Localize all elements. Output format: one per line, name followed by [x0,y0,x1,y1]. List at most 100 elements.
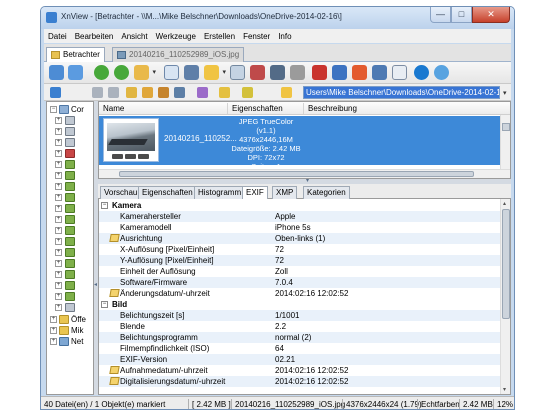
tree-item-network[interactable]: + Net [47,336,93,347]
menu-info[interactable]: Info [274,32,295,41]
exif-row[interactable]: Y-Auflösung [Pixel/Einheit] 72 [99,255,502,266]
list-horizontal-scrollbar[interactable] [99,169,510,178]
exif-row[interactable]: Belichtungszeit [s] 1/1001 [99,310,502,321]
expand-icon[interactable]: + [55,139,62,146]
tree-item[interactable]: + [47,280,93,291]
scroll-down-icon[interactable]: ▾ [503,386,506,393]
collapse-icon[interactable]: − [101,202,108,209]
close-button[interactable]: ✕ [472,7,510,23]
menu-datei[interactable]: Datei [44,32,71,41]
view-mode-icon[interactable] [204,65,226,80]
tree-item-open-folder[interactable]: + Öffe [47,314,93,325]
expand-icon[interactable]: + [55,194,62,201]
expand-icon[interactable]: + [55,249,62,256]
print-icon[interactable] [270,65,285,80]
tree-item[interactable]: + [47,181,93,192]
menu-erstellen[interactable]: Erstellen [200,32,239,41]
tree-item[interactable]: + [47,225,93,236]
menu-werkzeuge[interactable]: Werkzeuge [152,32,200,41]
scroll-up-icon[interactable]: ▴ [503,200,506,207]
list-vertical-scrollbar[interactable] [500,115,510,169]
expand-icon[interactable]: + [50,316,57,323]
exif-section-kamera[interactable]: − Kamera [99,200,502,211]
tab-image-file[interactable]: 20140216_110252989_iOS.jpg [112,47,245,62]
column-separator[interactable] [227,103,228,114]
edit-icon[interactable] [109,377,120,385]
expand-icon[interactable]: + [55,282,62,289]
edit-icon[interactable] [109,366,120,374]
expand-icon[interactable]: + [55,161,62,168]
sort-icon[interactable] [219,87,230,98]
folders-icon[interactable] [50,87,61,98]
exif-row[interactable]: Aufnahmedatum/-uhrzeit 2014:02:16 12:02:5… [99,365,502,376]
expand-icon[interactable]: + [55,238,62,245]
exif-row[interactable]: X-Auflösung [Pixel/Einheit] 72 [99,244,502,255]
slideshow-icon[interactable] [230,65,245,80]
exif-row[interactable]: Digitalisierungsdatum/-uhrzeit 2014:02:16… [99,376,502,387]
column-description[interactable]: Beschreibung [308,104,357,113]
parent-folder-icon[interactable] [126,87,137,98]
tree-item[interactable]: + [47,192,93,203]
options-icon[interactable] [372,65,387,80]
exif-vertical-scrollbar[interactable]: ▴ ▾ [500,199,510,394]
back-icon[interactable] [94,65,109,80]
menu-ansicht[interactable]: Ansicht [117,32,151,41]
image-list-icon[interactable] [164,65,179,80]
web-icon[interactable] [352,65,367,80]
tab-kategorien[interactable]: Kategorien [303,186,350,199]
tree-item[interactable]: + [47,269,93,280]
tree-item[interactable]: + [47,203,93,214]
collapse-icon[interactable]: − [101,301,108,308]
tree-item[interactable]: + [47,291,93,302]
tab-histogramm[interactable]: Histogramm [194,186,246,199]
exif-row[interactable]: Änderungsdatum/-uhrzeit 2014:02:16 12:02:… [99,288,502,299]
expand-icon[interactable]: + [55,293,62,300]
expand-icon[interactable]: + [55,227,62,234]
expand-icon[interactable]: + [55,150,62,157]
scroll-thumb[interactable] [502,209,510,319]
expand-icon[interactable]: + [55,117,62,124]
tree-item-user[interactable]: + Mik [47,325,93,336]
expand-icon[interactable]: + [55,205,62,212]
tree-item[interactable]: + [47,137,93,148]
filter-icon[interactable] [242,87,253,98]
column-name[interactable]: Name [103,104,124,113]
tree-item[interactable]: + [47,170,93,181]
email-icon[interactable] [312,65,327,80]
tree-item[interactable]: + [47,247,93,258]
scroll-thumb[interactable] [502,123,510,131]
favorite-folder-icon[interactable] [142,87,153,98]
settings-icon[interactable] [414,65,429,80]
tab-xmp[interactable]: XMP [272,186,298,199]
exif-row[interactable]: Filmempfindlichkeit (ISO) 64 [99,343,502,354]
edit-icon[interactable] [109,289,120,297]
collapse-down-icon[interactable]: ▾ [306,177,309,184]
path-input[interactable]: Users\Mike Belschner\Downloads\OneDrive-… [303,86,500,99]
tree-item[interactable]: + [47,236,93,247]
tab-betrachter[interactable]: Betrachter [46,47,105,62]
nav-back-icon[interactable] [92,87,103,98]
scroll-thumb[interactable] [119,171,474,177]
exif-row[interactable]: Kamerahersteller Apple [99,211,502,222]
expand-icon[interactable]: + [55,260,62,267]
expand-icon[interactable]: + [55,271,62,278]
save-icon[interactable] [250,65,265,80]
edit-icon[interactable] [109,234,120,242]
collapse-left-icon[interactable]: ◂ [94,281,97,288]
exif-row[interactable]: EXIF-Version 02.21 [99,354,502,365]
fullscreen-icon[interactable] [68,65,83,80]
tree-item[interactable]: + [47,258,93,269]
minimize-button[interactable]: — [430,7,451,23]
tree-item[interactable]: + [47,214,93,225]
tab-eigenschaften[interactable]: Eigenschaften [138,186,197,199]
expand-icon[interactable]: + [55,183,62,190]
forward-icon[interactable] [114,65,129,80]
exif-row[interactable]: Blende 2.2 [99,321,502,332]
collapse-icon[interactable]: − [50,106,57,113]
column-separator[interactable] [303,103,304,114]
home-icon[interactable] [174,87,185,98]
expand-icon[interactable]: + [50,338,57,345]
tree-item[interactable]: + [47,302,93,313]
expand-icon[interactable]: + [50,327,57,334]
exif-row[interactable]: Software/Firmware 7.0.4 [99,277,502,288]
